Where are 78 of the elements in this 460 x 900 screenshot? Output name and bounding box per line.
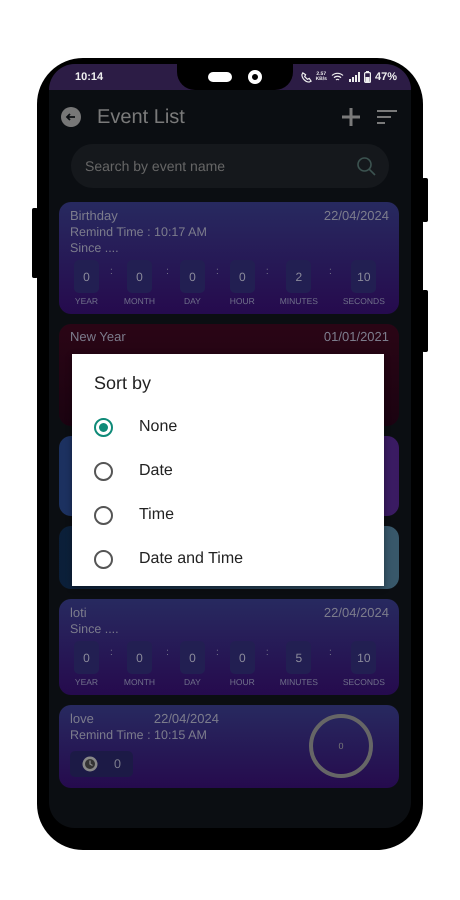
battery-icon — [364, 71, 371, 83]
countdown-value: 5 — [286, 641, 312, 674]
countdown-unit: HOUR — [230, 296, 255, 307]
countdown-unit: MINUTES — [280, 296, 318, 307]
colon-separator: : — [110, 646, 113, 660]
countdown-value: 0 — [74, 641, 99, 674]
countdown-value: 0 — [180, 641, 205, 674]
countdown-unit: YEAR — [74, 296, 98, 307]
event-title: Birthday — [70, 208, 118, 224]
colon-separator: : — [266, 646, 269, 660]
colon-separator: : — [216, 646, 219, 660]
back-icon[interactable] — [61, 107, 81, 127]
event-date: 22/04/2024 — [154, 711, 219, 727]
countdown-unit: YEAR — [74, 677, 98, 688]
countdown-value: 0 — [230, 641, 255, 674]
colon-separator: : — [166, 265, 169, 279]
countdown-unit: HOUR — [230, 677, 255, 688]
countdown-unit: SECONDS — [342, 677, 385, 688]
countdown-value: 0 — [180, 260, 205, 293]
countdown-value: 0 — [74, 260, 99, 293]
radio-button[interactable] — [94, 462, 113, 480]
countdown-value: 0 — [126, 260, 152, 293]
call-icon — [300, 72, 312, 82]
countdown-value: 2 — [286, 260, 312, 293]
signal-icon — [348, 72, 360, 82]
camera-icon — [248, 70, 262, 84]
dialog-title: Sort by — [94, 372, 152, 395]
event-title: love — [70, 711, 94, 727]
countdown-value: 0 — [126, 641, 152, 674]
countdown-unit: MONTH — [124, 296, 156, 307]
radio-button[interactable] — [94, 550, 113, 568]
countdown-unit: SECONDS — [342, 296, 385, 307]
colon-separator: : — [110, 265, 113, 279]
event-card[interactable]: Birthday 22/04/2024 Remind Time : 10:17 AM Since .... 0 YEAR : 0 MONTH : 0 DAY : 0 HOUR : 2 MINUTES : 10 SECONDS — [59, 202, 399, 314]
event-title: loti — [70, 605, 87, 621]
option-label: Date and Time — [139, 549, 244, 569]
event-title: New Year — [70, 329, 126, 345]
search-field[interactable]: Search by event name — [71, 144, 389, 188]
countdown-unit: MONTH — [124, 677, 156, 688]
countdown-value: 10 — [351, 260, 376, 293]
remind-time: Remind Time : 10:15 AM — [70, 727, 208, 743]
sort-option[interactable]: Date and Time — [94, 537, 362, 581]
counter-value: 0 — [114, 756, 121, 772]
countdown-unit: DAY — [184, 296, 201, 307]
status-time: 10:14 — [75, 70, 104, 85]
remind-time: Remind Time : 10:17 AM — [70, 224, 208, 240]
clock-icon — [82, 756, 98, 772]
radio-button[interactable] — [94, 418, 113, 436]
option-label: Time — [139, 505, 174, 525]
since-label: Since .... — [70, 240, 120, 256]
option-label: None — [139, 417, 178, 437]
speaker-icon — [208, 72, 232, 82]
colon-separator: : — [216, 265, 219, 279]
colon-separator: : — [329, 265, 332, 279]
event-date: 01/01/2021 — [324, 329, 389, 345]
event-card[interactable]: loti 22/04/2024 Since .... 0 YEAR : 0 MONTH : 0 DAY : 0 HOUR : 5 MINUTES : 10 SECONDS — [59, 599, 399, 695]
option-label: Date — [139, 461, 173, 481]
countdown-unit: DAY — [184, 677, 201, 688]
sort-option[interactable]: None — [94, 405, 362, 449]
colon-separator: : — [266, 265, 269, 279]
battery-percent: 47% — [374, 70, 397, 85]
countdown-value: 0 — [230, 260, 255, 293]
progress-ring: 0 — [309, 714, 373, 778]
since-label: Since .... — [70, 621, 120, 637]
colon-separator: : — [329, 646, 332, 660]
colon-separator: : — [166, 646, 169, 660]
screen-title: Event List — [97, 105, 186, 130]
countdown-value: 10 — [351, 641, 376, 674]
radio-button[interactable] — [94, 506, 113, 524]
wifi-icon — [330, 72, 344, 82]
event-card[interactable]: love 22/04/2024 Remind Time : 10:15 AM 0 0 — [59, 705, 399, 788]
sort-option[interactable]: Date — [94, 449, 362, 493]
sort-icon[interactable] — [377, 110, 397, 124]
add-icon[interactable] — [341, 107, 361, 127]
event-date: 22/04/2024 — [324, 605, 389, 621]
sort-option[interactable]: Time — [94, 493, 362, 537]
countdown-unit: MINUTES — [280, 677, 318, 688]
event-date: 22/04/2024 — [324, 208, 389, 224]
